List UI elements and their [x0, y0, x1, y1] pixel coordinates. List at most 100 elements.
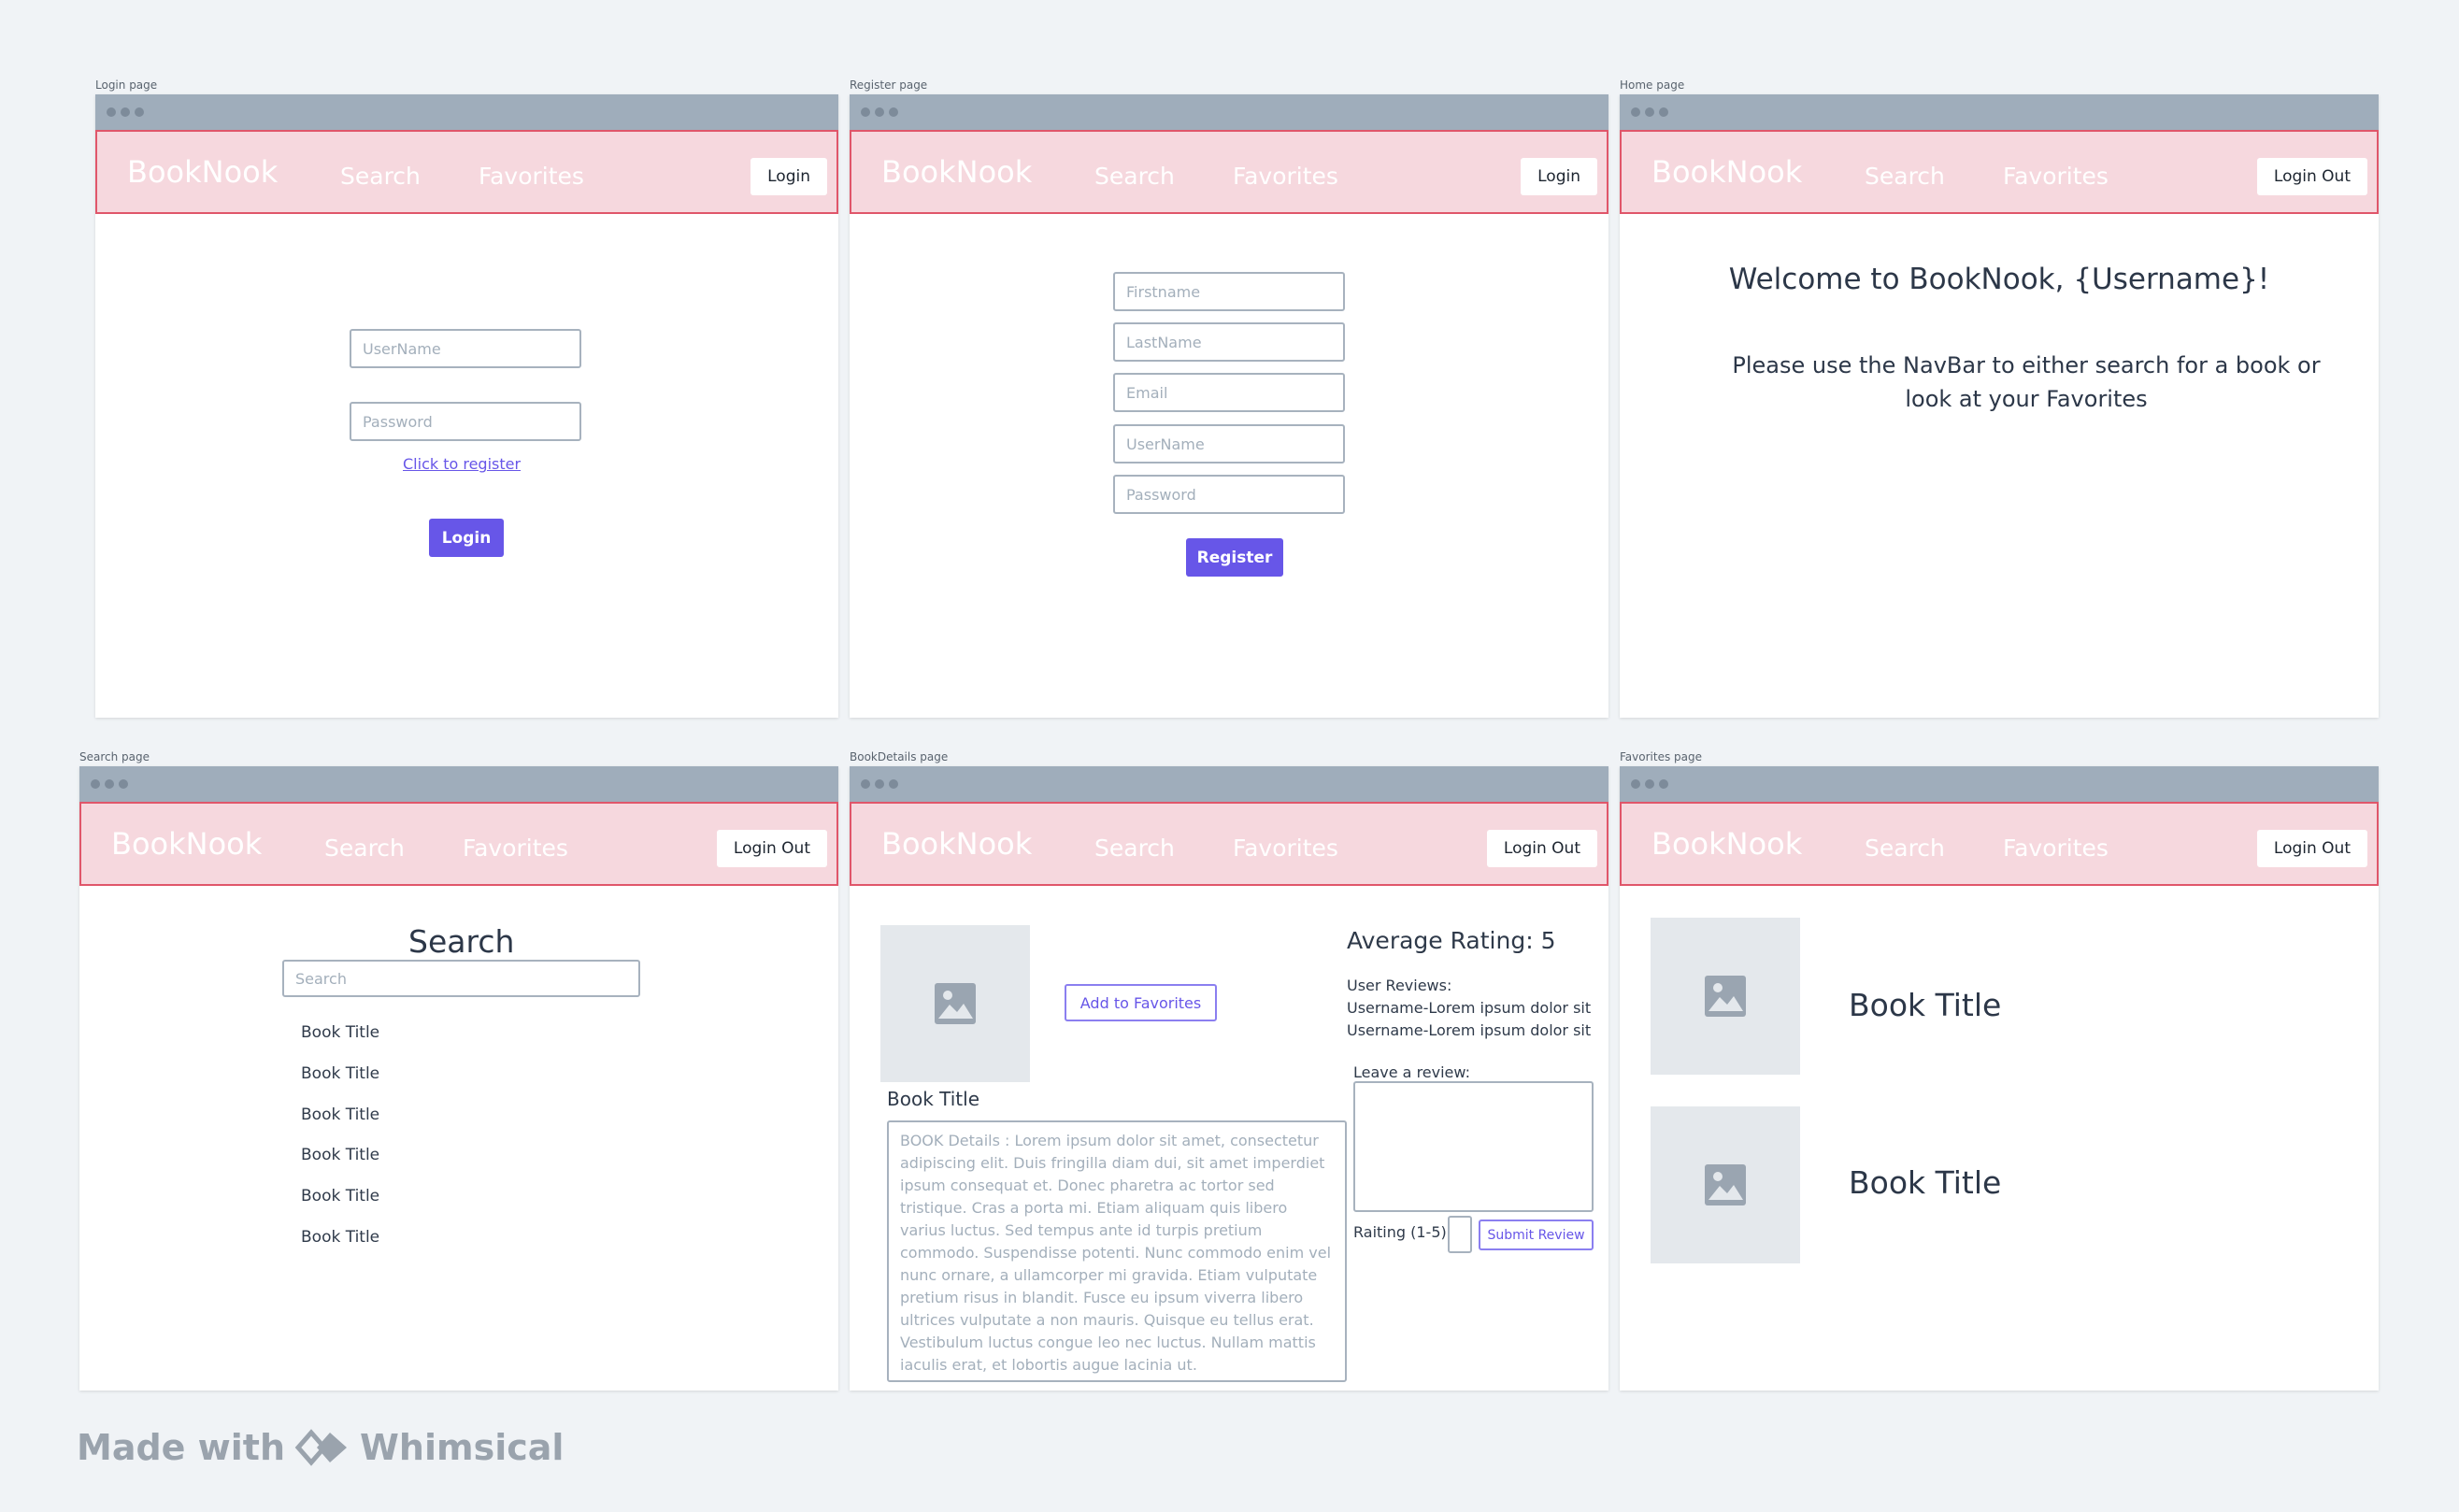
window-dot-icon [1631, 107, 1640, 117]
nav-favorites-link[interactable]: Favorites [463, 834, 568, 862]
window-dot-icon [1645, 107, 1654, 117]
result-item[interactable]: Book Title [301, 1064, 379, 1083]
window-titlebar [1620, 766, 2379, 802]
nav-login-button[interactable]: Login [1521, 158, 1597, 195]
browser-window: BookNook Search Favorites Login Firstnam… [850, 94, 1608, 718]
window-dot-icon [119, 779, 128, 789]
nav-favorites-link[interactable]: Favorites [1233, 834, 1338, 862]
window-dot-icon [861, 107, 870, 117]
window-dot-icon [875, 779, 884, 789]
register-link[interactable]: Click to register [403, 455, 521, 473]
window-dot-icon [1659, 107, 1668, 117]
username-input[interactable]: UserName [1113, 424, 1345, 464]
window-dot-icon [1659, 779, 1668, 789]
welcome-heading: Welcome to BookNook, {Username}! [1728, 263, 2270, 296]
made-with-whimsical[interactable]: Made with Whimsical [77, 1427, 564, 1468]
user-review: Username-Lorem ipsum dolor sit [1347, 999, 1592, 1017]
whimsical-brand-text: Whimsical [360, 1427, 565, 1468]
browser-window: BookNook Search Favorites Login Out Sear… [79, 766, 838, 1391]
frame-label: Search page [79, 750, 150, 763]
result-item[interactable]: Book Title [301, 1105, 379, 1124]
register-button[interactable]: Register [1186, 538, 1283, 577]
password-input[interactable]: Password [350, 402, 581, 441]
brand-logo[interactable]: BookNook [881, 826, 1094, 862]
image-placeholder-icon [1705, 1164, 1746, 1205]
result-item[interactable]: Book Title [301, 1146, 379, 1164]
book-cover-image[interactable] [1651, 1106, 1800, 1263]
search-page-frame: Search page BookNook Search Favorites Lo… [79, 750, 838, 1391]
window-titlebar [95, 94, 838, 130]
window-dot-icon [107, 107, 116, 117]
navbar: BookNook Search Favorites Login Out [850, 802, 1608, 886]
lastname-input[interactable]: LastName [1113, 322, 1345, 362]
nav-logout-button[interactable]: Login Out [1486, 830, 1597, 867]
book-details-textarea[interactable]: BOOK Details : Lorem ipsum dolor sit ame… [887, 1120, 1347, 1382]
brand-logo[interactable]: BookNook [1651, 154, 1865, 190]
nav-search-link[interactable]: Search [1865, 834, 2003, 862]
nav-favorites-link[interactable]: Favorites [479, 163, 584, 190]
book-cover-image[interactable] [1651, 918, 1800, 1075]
username-input[interactable]: UserName [350, 329, 581, 368]
nav-favorites-link[interactable]: Favorites [2003, 834, 2109, 862]
result-item[interactable]: Book Title [301, 1023, 379, 1042]
nav-favorites-link[interactable]: Favorites [2003, 163, 2109, 190]
book-title: Book Title [887, 1088, 979, 1110]
search-heading: Search [408, 923, 515, 960]
review-textarea[interactable] [1353, 1081, 1594, 1212]
navbar: BookNook Search Favorites Login [95, 130, 838, 214]
window-dot-icon [875, 107, 884, 117]
brand-logo[interactable]: BookNook [881, 154, 1094, 190]
add-to-favorites-button[interactable]: Add to Favorites [1065, 984, 1217, 1021]
window-dot-icon [135, 107, 144, 117]
brand-logo[interactable]: BookNook [127, 154, 340, 190]
user-review: Username-Lorem ipsum dolor sit [1347, 1021, 1592, 1039]
favorites-page-frame: Favorites page BookNook Search Favorites… [1620, 750, 2379, 1391]
result-item[interactable]: Book Title [301, 1228, 379, 1247]
login-page-frame: Login page BookNook Search Favorites Log… [95, 78, 838, 718]
window-titlebar [850, 766, 1608, 802]
rating-input[interactable] [1448, 1216, 1472, 1253]
firstname-input[interactable]: Firstname [1113, 272, 1345, 311]
nav-favorites-link[interactable]: Favorites [1233, 163, 1338, 190]
user-reviews-label: User Reviews: [1347, 977, 1452, 994]
favorite-book-title[interactable]: Book Title [1849, 1164, 2001, 1201]
window-dot-icon [105, 779, 114, 789]
window-dot-icon [121, 107, 130, 117]
nav-logout-button[interactable]: Login Out [716, 830, 827, 867]
leave-review-label: Leave a review: [1353, 1063, 1470, 1081]
nav-search-link[interactable]: Search [1094, 834, 1233, 862]
search-content: Search Search Book Title Book Title Book… [79, 886, 838, 1391]
email-input[interactable]: Email [1113, 373, 1345, 412]
frame-label: BookDetails page [850, 750, 949, 763]
frame-label: Register page [850, 78, 928, 92]
submit-review-button[interactable]: Submit Review [1479, 1220, 1594, 1250]
brand-logo[interactable]: BookNook [1651, 826, 1865, 862]
image-placeholder-icon [935, 983, 976, 1024]
window-titlebar [1620, 94, 2379, 130]
frame-label: Home page [1620, 78, 1685, 92]
nav-logout-button[interactable]: Login Out [2256, 158, 2367, 195]
brand-logo[interactable]: BookNook [111, 826, 324, 862]
nav-logout-button[interactable]: Login Out [2256, 830, 2367, 867]
window-titlebar [79, 766, 838, 802]
nav-search-link[interactable]: Search [324, 834, 463, 862]
window-dot-icon [1645, 779, 1654, 789]
password-input[interactable]: Password [1113, 475, 1345, 514]
favorite-book-title[interactable]: Book Title [1849, 987, 2001, 1023]
whimsical-logo-icon [294, 1429, 348, 1466]
image-placeholder-icon [1705, 976, 1746, 1017]
made-with-text: Made with [77, 1427, 286, 1468]
nav-search-link[interactable]: Search [340, 163, 479, 190]
window-dot-icon [91, 779, 100, 789]
register-content: Firstname LastName Email UserName Passwo… [850, 214, 1608, 718]
login-button[interactable]: Login [429, 519, 504, 557]
nav-search-link[interactable]: Search [1094, 163, 1233, 190]
window-dot-icon [889, 779, 898, 789]
rating-label: Raiting (1-5) [1353, 1223, 1447, 1241]
nav-search-link[interactable]: Search [1865, 163, 2003, 190]
bookdetails-page-frame: BookDetails page BookNook Search Favorit… [850, 750, 1608, 1391]
nav-login-button[interactable]: Login [751, 158, 827, 195]
result-item[interactable]: Book Title [301, 1187, 379, 1205]
favorites-content: Book Title Book Title [1620, 886, 2379, 1391]
search-input[interactable]: Search [282, 960, 640, 997]
